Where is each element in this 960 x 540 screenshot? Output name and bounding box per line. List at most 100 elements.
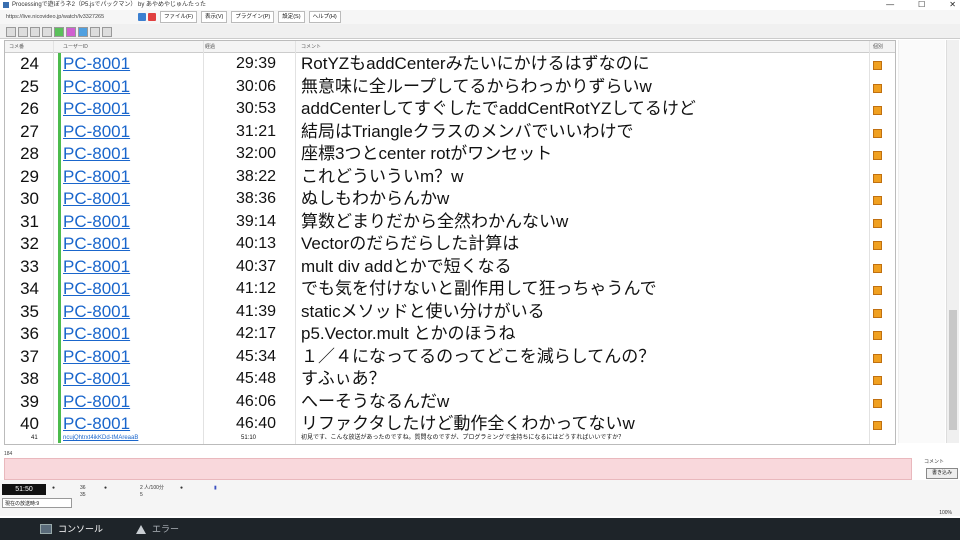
flag-icon[interactable] (873, 61, 882, 70)
comment-grid[interactable]: コメ番 ユーザーID 経過 コメント 個別 24 PC-8001 29:39 RotY… (4, 40, 896, 445)
comment-number: 27 (20, 121, 39, 141)
user-id-link[interactable]: PC-8001 (63, 143, 130, 166)
flag-icon[interactable] (873, 128, 882, 138)
user-id-link[interactable]: PC-8001 (63, 53, 130, 76)
user-id-link[interactable]: PC-8001 (63, 256, 130, 279)
tool-icon-5[interactable] (54, 27, 64, 37)
flag-icon[interactable] (873, 241, 882, 250)
flag-icon[interactable] (873, 196, 882, 205)
visitor-count: 36 (80, 485, 86, 491)
user-id-link[interactable]: PC-8001 (63, 278, 130, 301)
user-id-link[interactable]: PC-8001 (63, 98, 130, 121)
comment-text: RotYZもaddCenterみたいにかけるはずなのに (301, 54, 650, 73)
table-row[interactable]: 34 PC-8001 41:12 でも気を付けないと副作用して狂っちゃうんで (5, 278, 895, 301)
tab-error[interactable]: エラー (136, 518, 179, 540)
comment-text: 無意味に全ループしてるからわっかりずらいw (301, 76, 652, 96)
anon-checkbox[interactable]: 184 (4, 451, 12, 457)
flag-icon[interactable] (873, 398, 882, 408)
menu-help[interactable]: ヘルプ(H) (308, 11, 341, 23)
user-id-link[interactable]: PC-8001 (63, 346, 130, 369)
header-user[interactable]: ユーザーID (63, 43, 88, 50)
user-id-link[interactable]: PC-8001 (63, 391, 130, 414)
minimize-icon[interactable]: — (886, 0, 894, 10)
header-no[interactable]: コメ番 (9, 43, 24, 50)
table-row[interactable]: 27 PC-8001 31:21 結局はTriangleクラスのメンバでいいわけで (5, 121, 895, 144)
table-row-latest[interactable]: 41 ncujQhtrxt4ikKDd-tMAreaaB 51:10 初見です、… (5, 434, 895, 443)
tool-icon-4[interactable] (42, 27, 52, 37)
header-comment[interactable]: コメント (301, 43, 321, 50)
tab-console[interactable]: コンソール (40, 518, 103, 540)
comment-checkbox[interactable]: コメント (924, 458, 944, 465)
table-row[interactable]: 39 PC-8001 46:06 へーそうなるんだw (5, 391, 895, 414)
flag-icon[interactable] (873, 83, 882, 93)
table-row[interactable]: 38 PC-8001 45:48 すふぃあ？ (5, 368, 895, 391)
toolbar (0, 24, 960, 39)
maximize-icon[interactable]: ☐ (918, 0, 925, 10)
person-icon-3: ● (180, 485, 184, 491)
tool-icon-8[interactable] (90, 27, 100, 37)
console-icon (40, 524, 52, 534)
table-row[interactable]: 33 PC-8001 40:37 mult div addとかで短くなる (5, 256, 895, 279)
table-row[interactable]: 35 PC-8001 41:39 staticメソッドと使い分けがいる (5, 301, 895, 324)
table-row[interactable]: 24 PC-8001 29:39 RotYZもaddCenterみたいにかけるはずなの… (5, 53, 895, 76)
close-icon[interactable]: ✕ (949, 0, 956, 10)
flag-icon[interactable] (873, 308, 882, 318)
time-select[interactable]: 現在の放送時:9 (2, 498, 72, 508)
window-controls: — ☐ ✕ (886, 0, 956, 10)
table-row[interactable]: 30 PC-8001 38:36 ぬしもわからんかw (5, 188, 895, 211)
user-id-link[interactable]: PC-8001 (63, 368, 130, 391)
table-row[interactable]: 31 PC-8001 39:14 算数どまりだから全然わかんないw (5, 211, 895, 234)
header-individual[interactable]: 個別 (873, 43, 883, 50)
broadcast-url[interactable]: https://live.nicovideo.jp/watch/lv332726… (6, 10, 104, 24)
tool-icon-3[interactable] (30, 27, 40, 37)
menu-view[interactable]: 表示(V) (201, 11, 228, 23)
menu-plugin[interactable]: プラグイン(P) (231, 11, 275, 23)
table-row[interactable]: 25 PC-8001 30:06 無意味に全ループしてるからわっかりずらいw (5, 76, 895, 99)
tool-icon-7[interactable] (78, 27, 88, 37)
user-id-link[interactable]: PC-8001 (63, 188, 130, 211)
send-button[interactable]: 書き込み (926, 468, 958, 479)
table-row[interactable]: 36 PC-8001 42:17 p5.Vector.mult とかのほうね (5, 323, 895, 346)
user-id-link[interactable]: ncujQhtrxt4ikKDd-tMAreaaB (63, 434, 138, 443)
user-id-link[interactable]: PC-8001 (63, 121, 130, 144)
comment-number: 37 (20, 346, 39, 366)
scrollbar-thumb[interactable] (949, 310, 957, 430)
flag-icon[interactable] (873, 331, 882, 340)
grid-scrollbar[interactable] (946, 40, 959, 443)
table-row[interactable]: 29 PC-8001 38:22 これどういういm？w (5, 166, 895, 189)
user-id-link[interactable]: PC-8001 (63, 323, 130, 346)
user-id-link[interactable]: PC-8001 (63, 301, 130, 324)
tool-icon-6[interactable] (66, 27, 76, 37)
flag-icon[interactable] (873, 173, 882, 183)
tool-icon-9[interactable] (102, 27, 112, 37)
elapsed-time: 29:39 (235, 55, 276, 72)
user-id-link[interactable]: PC-8001 (63, 76, 130, 99)
menu-file[interactable]: ファイル(F) (160, 11, 198, 23)
comment-rows: 24 PC-8001 29:39 RotYZもaddCenterみたいにかけるはずなの… (5, 53, 895, 436)
connect-icon[interactable] (138, 13, 146, 21)
flag-icon[interactable] (873, 286, 882, 295)
tool-icon-2[interactable] (18, 27, 28, 37)
flag-icon[interactable] (873, 218, 882, 228)
table-row[interactable]: 28 PC-8001 32:00 座標3つとcenter rotがワンセット (5, 143, 895, 166)
flag-icon[interactable] (873, 376, 882, 385)
comment-input[interactable] (4, 458, 912, 480)
table-row[interactable]: 32 PC-8001 40:13 Vectorのだらだらした計算は (5, 233, 895, 256)
elapsed-time: 46:40 (235, 415, 276, 432)
user-id-link[interactable]: PC-8001 (63, 413, 130, 436)
table-row[interactable]: 37 PC-8001 45:34 １／４になってるのってどこを減らしてんの？ (5, 346, 895, 369)
flag-icon[interactable] (873, 353, 882, 363)
flag-icon[interactable] (873, 106, 882, 115)
flag-icon[interactable] (873, 151, 882, 160)
disconnect-icon[interactable] (148, 13, 156, 21)
table-row[interactable]: 40 PC-8001 46:40 リファクタしたけど動作全くわかってないw (5, 413, 895, 436)
user-id-link[interactable]: PC-8001 (63, 166, 130, 189)
user-id-link[interactable]: PC-8001 (63, 211, 130, 234)
flag-icon[interactable] (873, 263, 882, 273)
user-id-link[interactable]: PC-8001 (63, 233, 130, 256)
flag-icon[interactable] (873, 421, 882, 430)
table-row[interactable]: 26 PC-8001 30:53 addCenterしてすぐしたでaddCentRot… (5, 98, 895, 121)
menu-settings[interactable]: 設定(S) (278, 11, 305, 23)
tool-icon-1[interactable] (6, 27, 16, 37)
header-time[interactable]: 経過 (205, 43, 215, 50)
